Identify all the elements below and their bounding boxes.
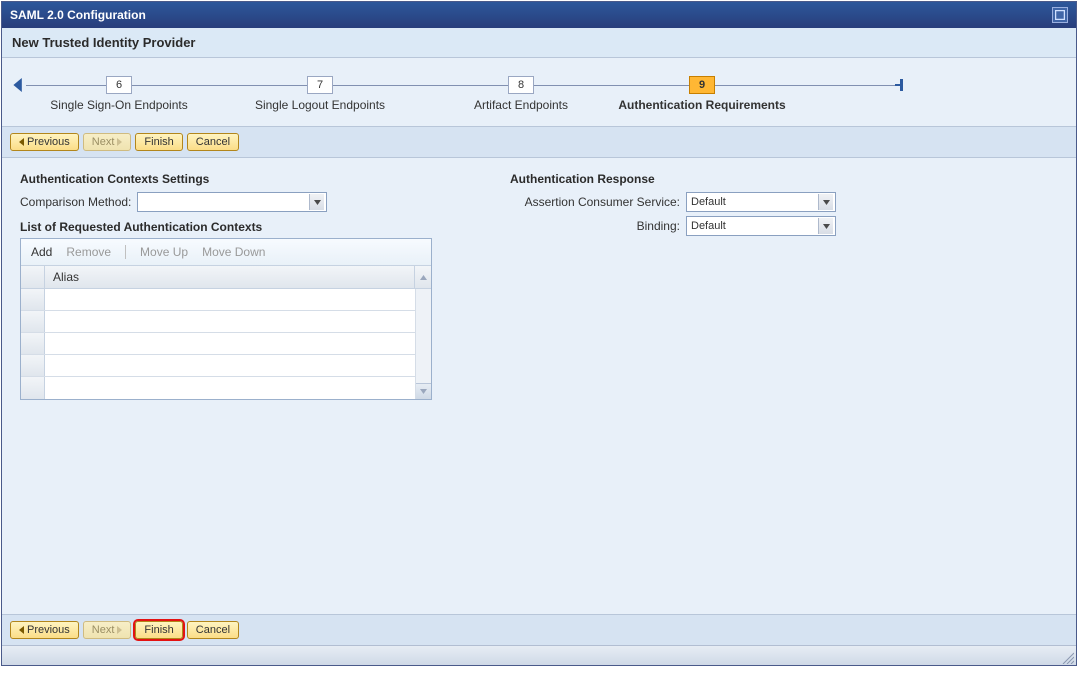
row-selector[interactable] xyxy=(21,333,45,354)
cell-alias[interactable] xyxy=(45,311,415,332)
button-label: Next xyxy=(92,624,115,636)
table-header: Alias xyxy=(21,266,431,289)
table-row[interactable] xyxy=(21,355,415,377)
chevron-down-icon xyxy=(818,194,833,210)
roadmap-step-number: 8 xyxy=(508,76,534,94)
cell-alias[interactable] xyxy=(45,355,415,376)
roadmap-connector xyxy=(534,85,689,86)
button-label: Next xyxy=(92,136,115,148)
comparison-method-label: Comparison Method: xyxy=(20,195,131,209)
binding-label: Binding: xyxy=(510,219,680,233)
table-body xyxy=(21,289,415,399)
button-label: Previous xyxy=(27,624,70,636)
auth-contexts-table: Add Remove Move Up Move Down Alias xyxy=(20,238,432,400)
button-label: Finish xyxy=(144,624,173,636)
row-selector[interactable] xyxy=(21,289,45,310)
table-row[interactable] xyxy=(21,311,415,333)
table-toolbar: Add Remove Move Up Move Down xyxy=(21,239,431,266)
roadmap-step-number: 6 xyxy=(106,76,132,94)
column-header-alias[interactable]: Alias xyxy=(45,266,415,288)
binding-dropdown[interactable]: Default xyxy=(686,216,836,236)
table-scrollbar[interactable] xyxy=(415,289,431,399)
roadmap-connector xyxy=(26,85,106,86)
resize-grip-icon[interactable] xyxy=(1060,650,1074,664)
row-selector-header[interactable] xyxy=(21,266,45,288)
toolbar-move-up: Move Up xyxy=(140,245,188,259)
button-label: Cancel xyxy=(196,136,230,148)
main-content: Authentication Contexts Settings Compari… xyxy=(2,158,1076,614)
toolbar-move-down: Move Down xyxy=(202,245,265,259)
next-button: Next xyxy=(83,133,132,151)
roadmap-end-icon xyxy=(895,79,905,91)
statusbar xyxy=(2,645,1076,665)
wizard-roadmap: 6 Single Sign-On Endpoints 7 Single Logo… xyxy=(2,58,1076,127)
next-button: Next xyxy=(83,621,132,639)
table-row[interactable] xyxy=(21,377,415,399)
roadmap-step-label: Authentication Requirements xyxy=(618,98,785,112)
roadmap-step-label: Artifact Endpoints xyxy=(474,98,568,112)
cell-alias[interactable] xyxy=(45,289,415,310)
button-label: Cancel xyxy=(196,624,230,636)
section-title-auth-contexts: Authentication Contexts Settings xyxy=(20,172,450,186)
row-selector[interactable] xyxy=(21,377,45,399)
previous-button[interactable]: Previous xyxy=(10,133,79,151)
dropdown-value: Default xyxy=(691,220,726,232)
list-title: List of Requested Authentication Context… xyxy=(20,220,450,234)
button-label: Previous xyxy=(27,136,70,148)
button-bar-top: Previous Next Finish Cancel xyxy=(2,127,1076,158)
table-row[interactable] xyxy=(21,333,415,355)
titlebar: SAML 2.0 Configuration xyxy=(2,2,1076,28)
triangle-left-icon xyxy=(19,626,24,634)
roadmap-connector xyxy=(333,85,508,86)
chevron-down-icon xyxy=(309,194,324,210)
acs-dropdown[interactable]: Default xyxy=(686,192,836,212)
cancel-button[interactable]: Cancel xyxy=(187,133,239,151)
roadmap-step-label: Single Logout Endpoints xyxy=(255,98,385,112)
button-label: Finish xyxy=(144,136,173,148)
cell-alias[interactable] xyxy=(45,333,415,354)
triangle-left-icon xyxy=(19,138,24,146)
chevron-down-icon xyxy=(818,218,833,234)
previous-button[interactable]: Previous xyxy=(10,621,79,639)
scroll-up-icon[interactable] xyxy=(415,266,431,288)
roadmap-step-6[interactable]: 6 Single Sign-On Endpoints xyxy=(106,76,132,94)
cancel-button[interactable]: Cancel xyxy=(187,621,239,639)
section-title-auth-response: Authentication Response xyxy=(510,172,930,186)
row-selector[interactable] xyxy=(21,311,45,332)
config-window: SAML 2.0 Configuration New Trusted Ident… xyxy=(1,1,1077,666)
finish-button[interactable]: Finish xyxy=(135,621,182,639)
triangle-right-icon xyxy=(117,138,122,146)
roadmap-step-label: Single Sign-On Endpoints xyxy=(50,98,187,112)
roadmap-back-icon[interactable] xyxy=(12,78,26,92)
toolbar-add[interactable]: Add xyxy=(31,245,52,259)
roadmap-step-9[interactable]: 9 Authentication Requirements xyxy=(689,76,715,94)
wizard-header: New Trusted Identity Provider xyxy=(2,28,1076,58)
window-title: SAML 2.0 Configuration xyxy=(10,8,146,22)
roadmap-step-7[interactable]: 7 Single Logout Endpoints xyxy=(307,76,333,94)
comparison-method-dropdown[interactable] xyxy=(137,192,327,212)
roadmap-step-number: 7 xyxy=(307,76,333,94)
row-selector[interactable] xyxy=(21,355,45,376)
left-column: Authentication Contexts Settings Compari… xyxy=(20,172,450,400)
window-maximize-icon[interactable] xyxy=(1052,7,1068,23)
roadmap-connector xyxy=(715,85,895,86)
finish-button[interactable]: Finish xyxy=(135,133,182,151)
toolbar-separator xyxy=(125,245,126,259)
triangle-right-icon xyxy=(117,626,122,634)
scroll-down-icon[interactable] xyxy=(416,383,431,399)
table-row[interactable] xyxy=(21,289,415,311)
roadmap-connector xyxy=(132,85,307,86)
toolbar-remove: Remove xyxy=(66,245,111,259)
right-column: Authentication Response Assertion Consum… xyxy=(510,172,930,240)
acs-label: Assertion Consumer Service: xyxy=(510,195,680,209)
dropdown-value: Default xyxy=(691,196,726,208)
button-bar-bottom: Previous Next Finish Cancel xyxy=(2,614,1076,645)
roadmap-step-number: 9 xyxy=(689,76,715,94)
roadmap-step-8[interactable]: 8 Artifact Endpoints xyxy=(508,76,534,94)
cell-alias[interactable] xyxy=(45,377,415,399)
